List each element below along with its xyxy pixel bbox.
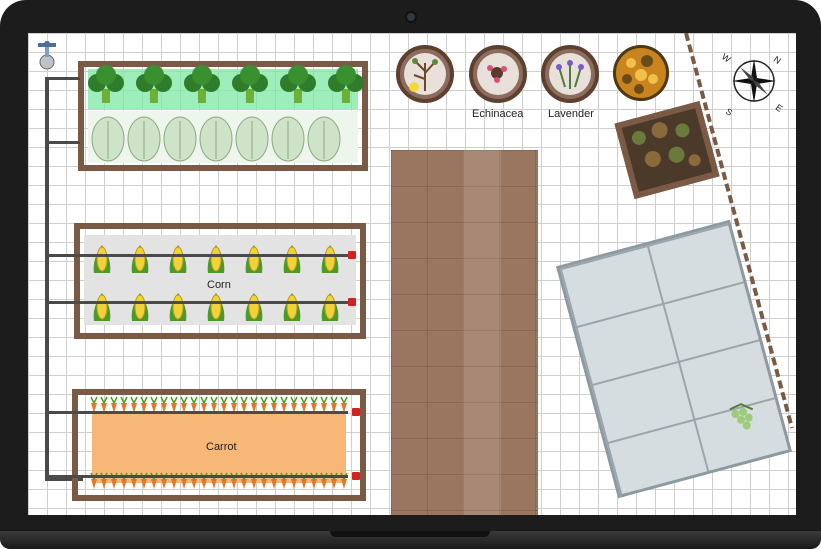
broccoli-row <box>88 65 364 162</box>
corn-plant <box>169 293 187 321</box>
echinacea-label: Echinacea <box>472 108 524 120</box>
drip-end-cap[interactable] <box>348 251 356 259</box>
corn-plant <box>245 293 263 321</box>
lavender-icon <box>556 60 584 89</box>
cabbage-plant <box>307 116 341 162</box>
webcam <box>407 13 415 21</box>
cabbage-plant <box>235 116 269 162</box>
shrub-icon <box>622 55 658 94</box>
water-source-icon[interactable] <box>34 35 60 71</box>
lateral-pipe <box>48 141 80 144</box>
cabbage-plant <box>163 116 197 162</box>
shrub-planter[interactable] <box>613 45 669 101</box>
corn-plant <box>169 245 187 273</box>
drip-line[interactable] <box>48 301 348 304</box>
broccoli-plant <box>136 65 172 103</box>
bed-corn[interactable]: Corn <box>74 223 366 339</box>
broccoli-plant <box>232 65 268 103</box>
cabbage-plant <box>127 116 161 162</box>
corn-plant <box>321 245 339 273</box>
garden-planner-canvas[interactable]: Corn Carrot Echinacea Lavender N W S E <box>28 33 796 515</box>
corn-plant <box>283 245 301 273</box>
cabbage-plant <box>91 116 125 162</box>
corn-plant <box>207 245 225 273</box>
drip-line[interactable] <box>48 475 348 478</box>
lavender-planter[interactable] <box>541 45 599 103</box>
drip-end-cap[interactable] <box>352 472 360 480</box>
broccoli-plant <box>280 65 316 103</box>
bed-broccoli-cabbage[interactable] <box>78 61 368 171</box>
drip-end-cap[interactable] <box>352 408 360 416</box>
lateral-pipe <box>48 77 80 80</box>
drip-line[interactable] <box>48 254 348 257</box>
corn-plant <box>93 293 111 321</box>
broccoli-plant <box>184 65 220 103</box>
broccoli-plant <box>328 65 364 103</box>
broccoli-plant <box>88 65 124 103</box>
cabbage-plant <box>271 116 305 162</box>
bed-carrot[interactable]: Carrot <box>72 389 366 501</box>
drip-line[interactable] <box>48 411 348 414</box>
laptop-notch <box>330 531 490 537</box>
main-supply-pipe[interactable] <box>45 77 49 479</box>
corn-plant <box>207 293 225 321</box>
corn-plant <box>283 293 301 321</box>
paver-path[interactable] <box>391 150 538 515</box>
lemon-tree-planter[interactable] <box>396 45 454 103</box>
corn-plant <box>321 293 339 321</box>
corn-plant <box>93 245 111 273</box>
corn-rows <box>93 245 339 321</box>
echinacea-icon <box>487 65 507 83</box>
bed-label-carrot: Carrot <box>206 441 237 453</box>
lavender-label: Lavender <box>548 108 594 120</box>
corn-plant <box>245 245 263 273</box>
cabbage-plant <box>199 116 233 162</box>
echinacea-planter[interactable] <box>469 45 527 103</box>
lemon-tree-icon <box>409 58 438 92</box>
corn-plant <box>131 245 149 273</box>
corn-plant <box>131 293 149 321</box>
drip-end-cap[interactable] <box>348 298 356 306</box>
